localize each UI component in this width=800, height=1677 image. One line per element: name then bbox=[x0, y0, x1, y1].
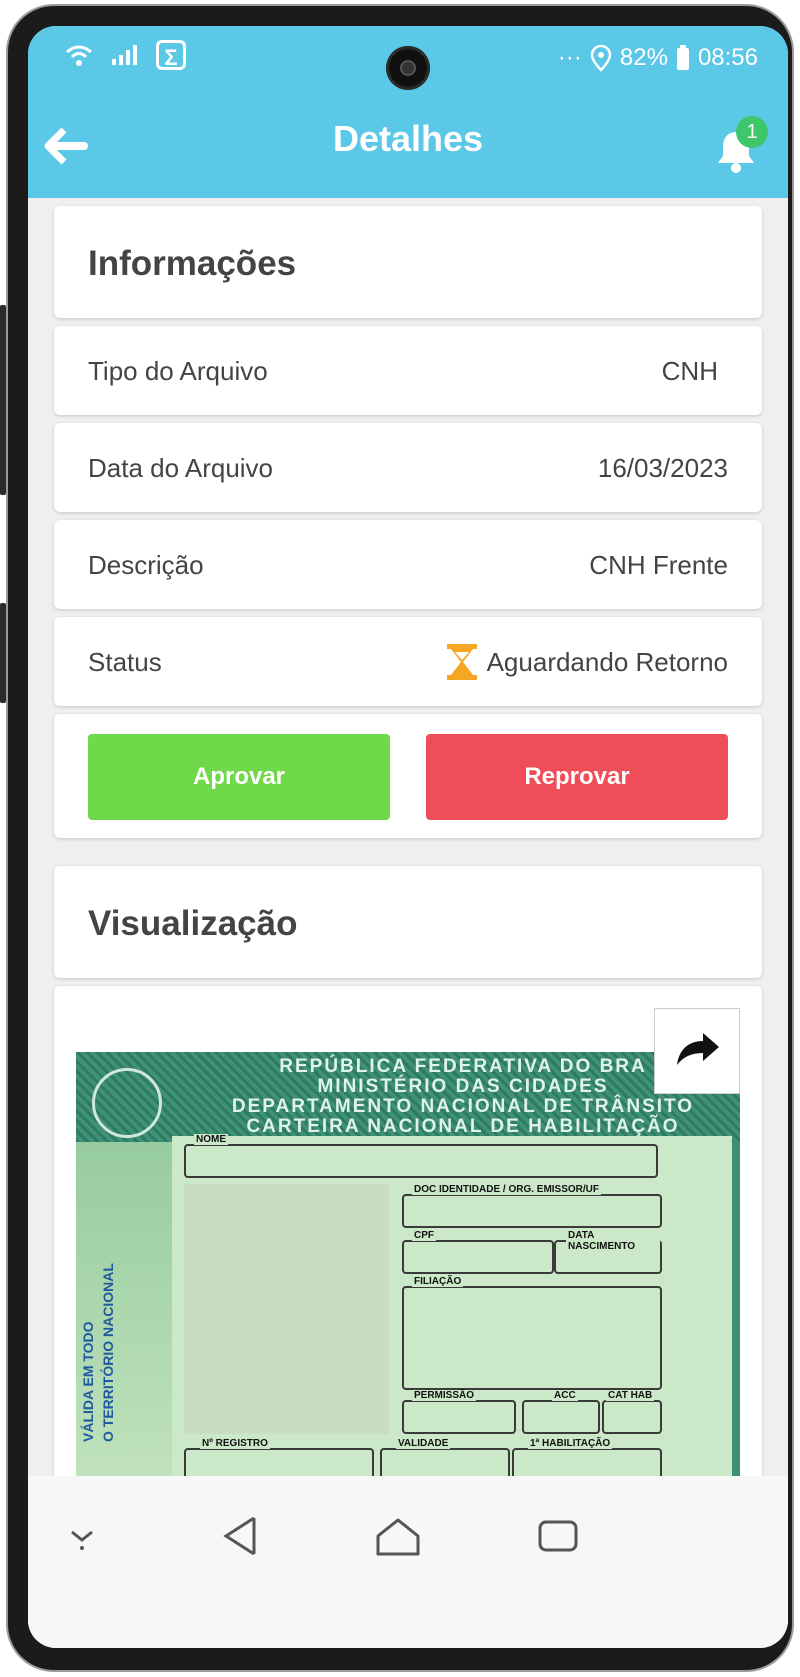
home-nav-icon[interactable] bbox=[368, 1506, 428, 1566]
share-button[interactable] bbox=[654, 1008, 740, 1094]
row-label: Status bbox=[88, 647, 162, 677]
preview-image-card: REPÚBLICA FEDERATIVA DO BRA MINISTÉRIO D… bbox=[54, 986, 762, 1546]
national-emblem bbox=[92, 1068, 162, 1138]
reject-button[interactable]: Reprovar bbox=[426, 734, 728, 820]
field-label: CAT HAB bbox=[606, 1390, 655, 1401]
document-body: NOME DOC IDENTIDADE / ORG. EMISSOR/UF CP… bbox=[172, 1134, 732, 1512]
page-title: Detalhes bbox=[332, 118, 484, 159]
field-acc: ACC bbox=[522, 1390, 600, 1434]
row-value: CNH bbox=[661, 356, 718, 386]
status-text: Aguardando Retorno bbox=[486, 646, 728, 677]
field-label: PERMISSÃO bbox=[412, 1390, 477, 1401]
status-value: Aguardando Retorno bbox=[445, 643, 728, 681]
more-icon: ··· bbox=[557, 44, 582, 71]
hourglass-icon bbox=[446, 644, 477, 680]
clock: 08:56 bbox=[697, 44, 758, 71]
field-label: FILIAÇÃO bbox=[412, 1276, 464, 1287]
wifi-icon bbox=[66, 45, 92, 66]
battery-percent: 82% bbox=[619, 44, 668, 71]
front-camera bbox=[386, 46, 430, 90]
preview-header-card: Visualização bbox=[54, 866, 762, 978]
document-header: REPÚBLICA FEDERATIVA DO BRA MINISTÉRIO D… bbox=[76, 1052, 740, 1142]
info-heading: Informações bbox=[88, 244, 297, 283]
field-label: VALIDADE bbox=[396, 1438, 451, 1449]
field-label: DOC IDENTIDADE / ORG. EMISSOR/UF bbox=[412, 1184, 602, 1195]
field-label: ACC bbox=[552, 1390, 578, 1401]
status-left-icons: Σ bbox=[64, 40, 186, 70]
document-side-band: VÁLIDA EM TODO O TERRITÓRIO NACIONAL bbox=[76, 1142, 172, 1512]
status-bar: Σ ··· 82% 08:56 bbox=[28, 26, 788, 96]
field-cpf: CPF bbox=[402, 1230, 554, 1274]
info-row-file-date: Data do Arquivo 16/03/2023 bbox=[54, 423, 762, 512]
info-row-file-type: Tipo do Arquivo CNH bbox=[54, 326, 762, 415]
field-label: NOME bbox=[194, 1134, 228, 1145]
document-header-line: REPÚBLICA FEDERATIVA DO BRA bbox=[279, 1056, 647, 1077]
document-header-line: MINISTÉRIO DAS CIDADES bbox=[317, 1076, 609, 1097]
document-image: REPÚBLICA FEDERATIVA DO BRA MINISTÉRIO D… bbox=[76, 1052, 740, 1512]
field-label: Nº REGISTRO bbox=[200, 1438, 270, 1449]
document-vertical-text: VÁLIDA EM TODO bbox=[80, 1321, 96, 1442]
document-header-line: CARTEIRA NACIONAL DE HABILITAÇÃO bbox=[246, 1116, 680, 1137]
preview-heading: Visualização bbox=[88, 904, 298, 943]
system-nav-bar bbox=[28, 1476, 788, 1648]
row-label: Data do Arquivo bbox=[88, 453, 274, 483]
document-header-line: DEPARTAMENTO NACIONAL DE TRÂNSITO bbox=[231, 1096, 695, 1117]
status-right: ··· 82% 08:56 bbox=[558, 44, 758, 72]
app-bar: Detalhes 1 bbox=[28, 96, 788, 198]
back-nav-icon[interactable] bbox=[212, 1506, 272, 1566]
row-value: CNH Frente bbox=[589, 550, 728, 580]
field-filiacao: FILIAÇÃO bbox=[402, 1276, 662, 1390]
field-label: DATA NASCIMENTO bbox=[566, 1230, 660, 1252]
row-label: Descrição bbox=[88, 550, 204, 580]
approve-button[interactable]: Aprovar bbox=[88, 734, 390, 820]
keyboard-hide-icon[interactable] bbox=[52, 1506, 112, 1566]
field-label: CPF bbox=[412, 1230, 436, 1241]
document-vertical-text: O TERRITÓRIO NACIONAL bbox=[100, 1263, 116, 1442]
signal-icon bbox=[112, 45, 137, 65]
actions-card: Aprovar Reprovar bbox=[54, 714, 762, 838]
field-permissao: PERMISSÃO bbox=[402, 1390, 516, 1434]
field-doc-id: DOC IDENTIDADE / ORG. EMISSOR/UF bbox=[402, 1184, 662, 1228]
document-photo bbox=[184, 1184, 389, 1434]
info-header-card: Informações bbox=[54, 206, 762, 318]
field-nome: NOME bbox=[184, 1134, 658, 1178]
notification-badge: 1 bbox=[736, 116, 768, 148]
location-icon bbox=[590, 44, 612, 72]
field-label: 1ª HABILITAÇÃO bbox=[528, 1438, 613, 1449]
info-row-description: Descrição CNH Frente bbox=[54, 520, 762, 609]
phone-frame: Σ ··· 82% 08:56 Detalhes 1 Informações T… bbox=[6, 4, 794, 1672]
row-label: Tipo do Arquivo bbox=[88, 356, 268, 386]
recents-nav-icon[interactable] bbox=[528, 1506, 588, 1566]
share-arrow-icon bbox=[677, 1033, 719, 1065]
field-cat-hab: CAT HAB bbox=[602, 1390, 662, 1434]
info-row-status: Status Aguardando Retorno bbox=[54, 617, 762, 706]
battery-icon bbox=[676, 45, 689, 70]
app-sigma-icon: Σ bbox=[156, 40, 186, 70]
row-value: 16/03/2023 bbox=[597, 453, 728, 483]
screen: Σ ··· 82% 08:56 Detalhes 1 Informações T… bbox=[28, 26, 788, 1648]
field-birth-date: DATA NASCIMENTO bbox=[554, 1230, 662, 1274]
